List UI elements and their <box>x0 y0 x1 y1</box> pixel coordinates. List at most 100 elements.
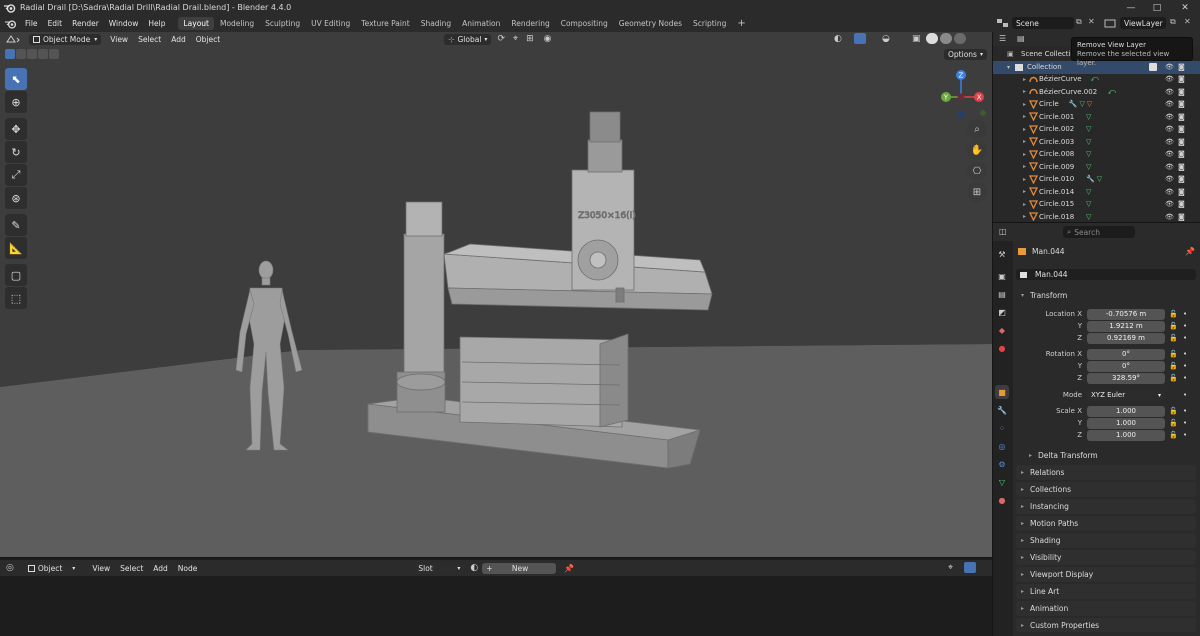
motion-paths-panel[interactable]: ▸ Motion Paths <box>1016 516 1196 531</box>
tab-scripting[interactable]: Scripting <box>688 17 731 30</box>
scale-z-keyframe-icon[interactable]: • <box>1183 431 1187 439</box>
add-cube-tool[interactable]: ▢ <box>5 264 27 286</box>
shading-panel[interactable]: ▸ Shading <box>1016 533 1196 548</box>
animation-panel[interactable]: ▸ Animation <box>1016 601 1196 616</box>
outliner-item-chevron-icon[interactable]: ▸ <box>1023 201 1026 208</box>
menu-render[interactable]: Render <box>67 19 104 28</box>
outliner-visibility-icon[interactable]: 👁 <box>1165 125 1174 133</box>
outliner-visibility-icon[interactable]: 👁 <box>1165 75 1174 83</box>
tab-compositing[interactable]: Compositing <box>556 17 613 30</box>
tab-physics[interactable]: ◎ <box>995 439 1009 453</box>
outliner-item[interactable]: ▸ Circle.010 👁 ◙ 🔧 ▽ <box>993 173 1200 186</box>
rotation-z-lock-icon[interactable]: 🔓 <box>1169 374 1178 382</box>
material-browse-icon[interactable]: ◐ <box>470 563 478 573</box>
blender-menu-icon[interactable] <box>4 19 18 29</box>
outliner-visibility-icon[interactable]: 👁 <box>1165 113 1174 121</box>
add-mesh-tool[interactable]: ⬚ <box>5 287 27 309</box>
object-name-field[interactable]: Man.044 <box>1016 269 1196 280</box>
slot-dropdown[interactable]: Slot ▾ <box>414 562 465 574</box>
tab-shading[interactable]: Shading <box>416 17 456 30</box>
rotate-tool[interactable]: ↻ <box>5 141 27 163</box>
scale-z-lock-icon[interactable]: 🔓 <box>1169 431 1178 439</box>
scale-x-field[interactable]: 1.000 <box>1087 406 1165 417</box>
outliner-render-icon[interactable]: ◙ <box>1178 100 1185 108</box>
transform-tool[interactable]: ⊛ <box>5 187 27 209</box>
scene-icon[interactable] <box>996 18 1010 29</box>
maximize-button[interactable]: □ <box>1144 0 1170 15</box>
tab-geometry-nodes[interactable]: Geometry Nodes <box>614 17 687 30</box>
rotation-z-field[interactable]: 328.59° <box>1087 373 1165 384</box>
tab-view-layer[interactable]: ◩ <box>995 305 1009 319</box>
tab-modifiers[interactable]: 🔧 <box>995 403 1009 417</box>
instancing-panel[interactable]: ▸ Instancing <box>1016 499 1196 514</box>
collections-panel[interactable]: ▸ Collections <box>1016 482 1196 497</box>
outliner-visibility-icon[interactable]: 👁 <box>1165 138 1174 146</box>
scale-y-lock-icon[interactable]: 🔓 <box>1169 419 1178 427</box>
outliner-visibility-icon[interactable]: 👁 <box>1165 213 1174 221</box>
outliner-render-icon[interactable]: ◙ <box>1178 213 1185 221</box>
outliner-item-chevron-icon[interactable]: ▸ <box>1023 76 1026 83</box>
pin-icon[interactable]: 📌 <box>564 564 574 573</box>
navigation-gizmo[interactable]: Z X Y <box>932 68 990 126</box>
rotation-y-field[interactable]: 0° <box>1087 361 1165 372</box>
outliner-render-icon[interactable]: ◙ <box>1178 88 1185 96</box>
outliner-item-chevron-icon[interactable]: ▸ <box>1023 126 1026 133</box>
rotation-y-lock-icon[interactable]: 🔓 <box>1169 362 1178 370</box>
outliner-item[interactable]: ▸ Circle.001 👁 ◙ ▽ <box>993 111 1200 124</box>
outliner-item-chevron-icon[interactable]: ▸ <box>1023 138 1026 145</box>
outliner-visibility-icon[interactable]: 👁 <box>1165 200 1174 208</box>
location-y-field[interactable]: 1.9212 m <box>1087 321 1165 332</box>
visibility-panel[interactable]: ▸ Visibility <box>1016 550 1196 565</box>
outliner-render-icon[interactable]: ◙ <box>1178 138 1185 146</box>
outliner-visibility-icon[interactable]: 👁 <box>1165 100 1174 108</box>
rotation-x-field[interactable]: 0° <box>1087 349 1165 360</box>
relations-panel[interactable]: ▸ Relations <box>1016 465 1196 480</box>
tab-constraints[interactable]: ⚙ <box>995 457 1009 471</box>
outliner-render-icon[interactable]: ◙ <box>1178 200 1185 208</box>
collection-chevron-icon[interactable]: ▾ <box>1007 64 1010 71</box>
delete-scene-icon[interactable]: ✕ <box>1088 17 1095 26</box>
tab-modeling[interactable]: Modeling <box>215 17 259 30</box>
scale-tool[interactable]: ⤢ <box>5 164 27 186</box>
tab-animation[interactable]: Animation <box>457 17 505 30</box>
pan-button[interactable]: ✋ <box>967 140 987 160</box>
location-z-field[interactable]: 0.92169 m <box>1087 333 1165 344</box>
shader-type-dropdown[interactable]: Object ▾ <box>23 562 80 574</box>
view-layer-icon[interactable] <box>1104 18 1116 29</box>
outliner-render-icon[interactable]: ◙ <box>1178 188 1185 196</box>
delta-transform-panel[interactable]: ▸ Delta Transform <box>1024 448 1194 463</box>
measure-tool[interactable]: 📐 <box>5 237 27 259</box>
location-z-keyframe-icon[interactable]: • <box>1183 334 1187 342</box>
outliner-render-icon[interactable]: ◙ <box>1178 163 1185 171</box>
close-button[interactable]: ✕ <box>1172 0 1198 15</box>
scale-y-field[interactable]: 1.000 <box>1087 418 1165 429</box>
outliner-visibility-icon[interactable]: 👁 <box>1165 163 1174 171</box>
outliner-visibility-icon[interactable]: 👁 <box>1165 188 1174 196</box>
tab-data[interactable]: ▽ <box>995 475 1009 489</box>
outliner-item-chevron-icon[interactable]: ▸ <box>1023 151 1026 158</box>
tab-particles[interactable]: ⁘ <box>995 421 1009 435</box>
tab-tool[interactable]: ⚒ <box>995 247 1009 261</box>
outliner-item[interactable]: ▸ BézierCurve.002 👁 ◙ ⤺ <box>993 86 1200 99</box>
tab-render[interactable]: ▣ <box>995 269 1009 283</box>
outliner-editor-type-icon[interactable]: ☰ <box>999 34 1006 43</box>
outliner-visibility-icon[interactable]: 👁 <box>1165 150 1174 158</box>
add-workspace-button[interactable]: + <box>732 16 750 31</box>
outliner-item[interactable]: ▸ Circle.003 👁 ◙ ▽ <box>993 136 1200 149</box>
zoom-button[interactable]: ⌕ <box>967 119 987 139</box>
properties-pin-icon[interactable]: 📌 <box>1185 247 1195 256</box>
scale-z-field[interactable]: 1.000 <box>1087 430 1165 441</box>
snap-node-icon[interactable]: ⌖ <box>948 563 953 573</box>
scale-y-keyframe-icon[interactable]: • <box>1183 419 1187 427</box>
display-mode-icon[interactable]: ▤ <box>1017 34 1025 43</box>
tab-scene[interactable]: ◆ <box>995 323 1009 337</box>
tab-layout[interactable]: Layout <box>178 17 214 30</box>
outliner-item-chevron-icon[interactable]: ▸ <box>1023 101 1026 108</box>
outliner-item-chevron-icon[interactable]: ▸ <box>1023 88 1026 95</box>
shader-menu-node[interactable]: Node <box>173 564 203 573</box>
location-y-keyframe-icon[interactable]: • <box>1183 322 1187 330</box>
shader-menu-select[interactable]: Select <box>115 564 148 573</box>
location-x-keyframe-icon[interactable]: • <box>1183 310 1187 318</box>
outliner-item[interactable]: ▸ Circle.008 👁 ◙ ▽ <box>993 148 1200 161</box>
rotation-mode-keyframe-icon[interactable]: • <box>1183 391 1187 399</box>
